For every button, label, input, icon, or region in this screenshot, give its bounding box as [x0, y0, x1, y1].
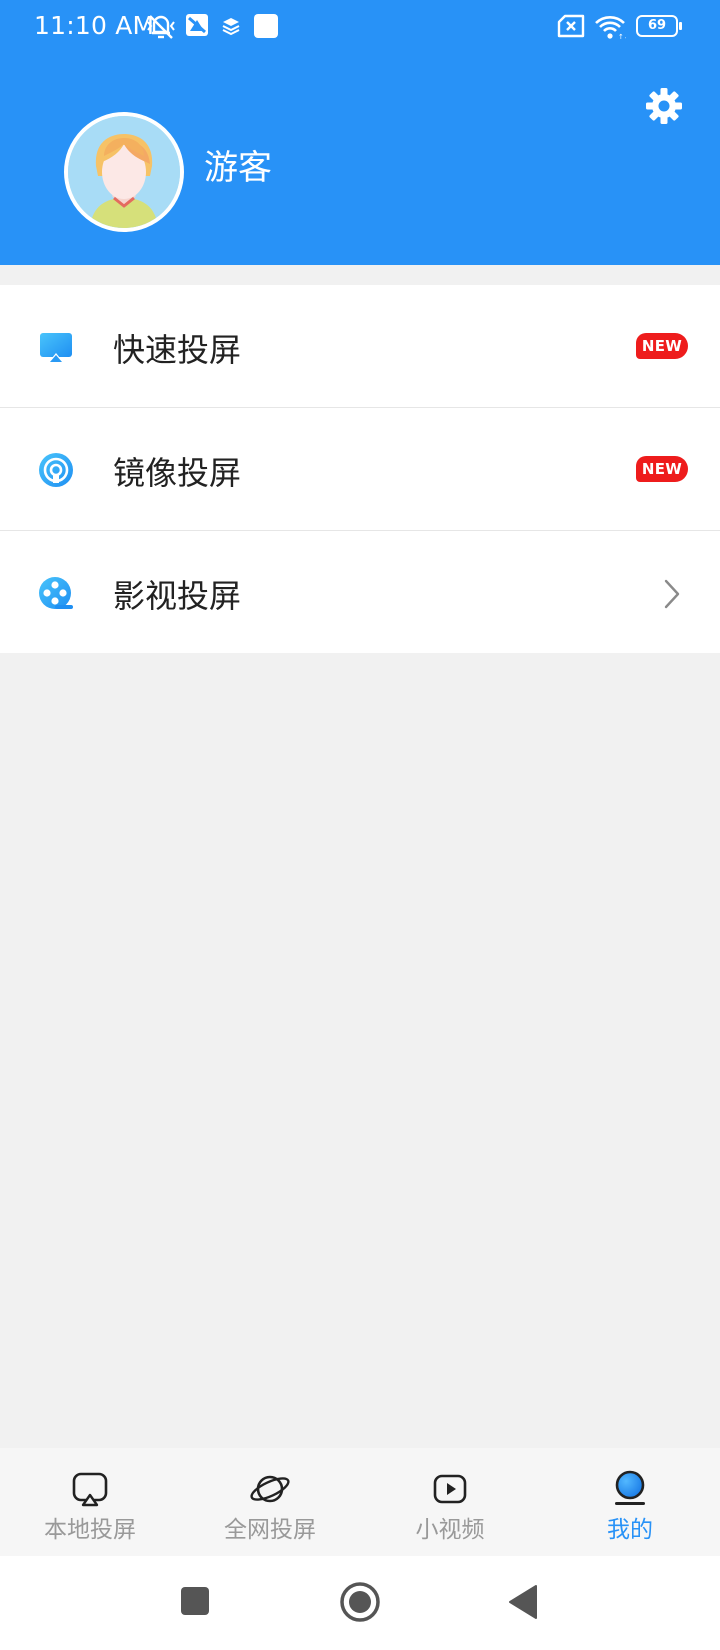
profile-icon [615, 1470, 645, 1505]
new-badge: NEW [636, 333, 688, 359]
feature-menu: 快速投屏 NEW 镜像投屏 NEW 影视投屏 [0, 285, 720, 653]
menu-item-mirror-cast[interactable]: 镜像投屏 NEW [0, 408, 720, 531]
tab-web-cast[interactable]: 全网投屏 [180, 1448, 360, 1556]
menu-item-movie-cast[interactable]: 影视投屏 [0, 531, 720, 653]
cast-screen-icon [72, 1472, 108, 1507]
menu-item-label: 影视投屏 [113, 577, 242, 615]
svg-text:↑↓: ↑↓ [618, 33, 626, 40]
mute-vibrate-icon [147, 15, 175, 39]
profile-header: 11:10 AM ↑ 69 游客 [0, 0, 720, 265]
gear-icon[interactable] [644, 86, 684, 126]
film-reel-icon [39, 577, 73, 609]
recents-square-icon[interactable] [180, 1586, 210, 1616]
menu-item-label: 镜像投屏 [113, 454, 242, 492]
app-notification-icon [186, 14, 208, 36]
layers-icon [222, 18, 240, 36]
home-circle-icon[interactable] [339, 1581, 381, 1623]
no-sim-icon [557, 14, 585, 38]
battery-level: 69 [647, 18, 667, 33]
avatar-illustration [68, 116, 180, 228]
system-nav-bar [0, 1556, 720, 1650]
tab-label: 小视频 [415, 1517, 485, 1543]
wifi-icon: ↑↓ [595, 16, 626, 40]
bottom-tab-bar: 本地投屏 全网投屏 小视频 我的 [0, 1448, 720, 1556]
tab-short-video[interactable]: 小视频 [360, 1448, 540, 1556]
chevron-right-icon [664, 579, 680, 609]
avatar[interactable] [64, 112, 184, 232]
tab-local-cast[interactable]: 本地投屏 [0, 1448, 180, 1556]
status-bar: 11:10 AM ↑ 69 [0, 0, 720, 56]
username: 游客 [204, 148, 272, 188]
status-time: 11:10 AM [34, 11, 155, 40]
back-triangle-icon[interactable] [508, 1584, 538, 1620]
play-video-icon [433, 1474, 467, 1504]
broadcast-signal-icon [39, 453, 73, 487]
menu-item-label: 快速投屏 [113, 331, 242, 369]
battery-nub [679, 22, 682, 30]
tab-label: 我的 [607, 1517, 653, 1543]
menu-item-quick-cast[interactable]: 快速投屏 NEW [0, 285, 720, 408]
tab-label: 全网投屏 [224, 1517, 316, 1543]
airplay-screen-icon [40, 333, 72, 363]
tab-label: 本地投屏 [44, 1517, 136, 1543]
blank-notification-icon [254, 14, 278, 38]
tab-mine[interactable]: 我的 [540, 1448, 720, 1556]
new-badge: NEW [636, 456, 688, 482]
battery-icon: 69 [636, 15, 678, 37]
planet-icon [250, 1475, 290, 1503]
